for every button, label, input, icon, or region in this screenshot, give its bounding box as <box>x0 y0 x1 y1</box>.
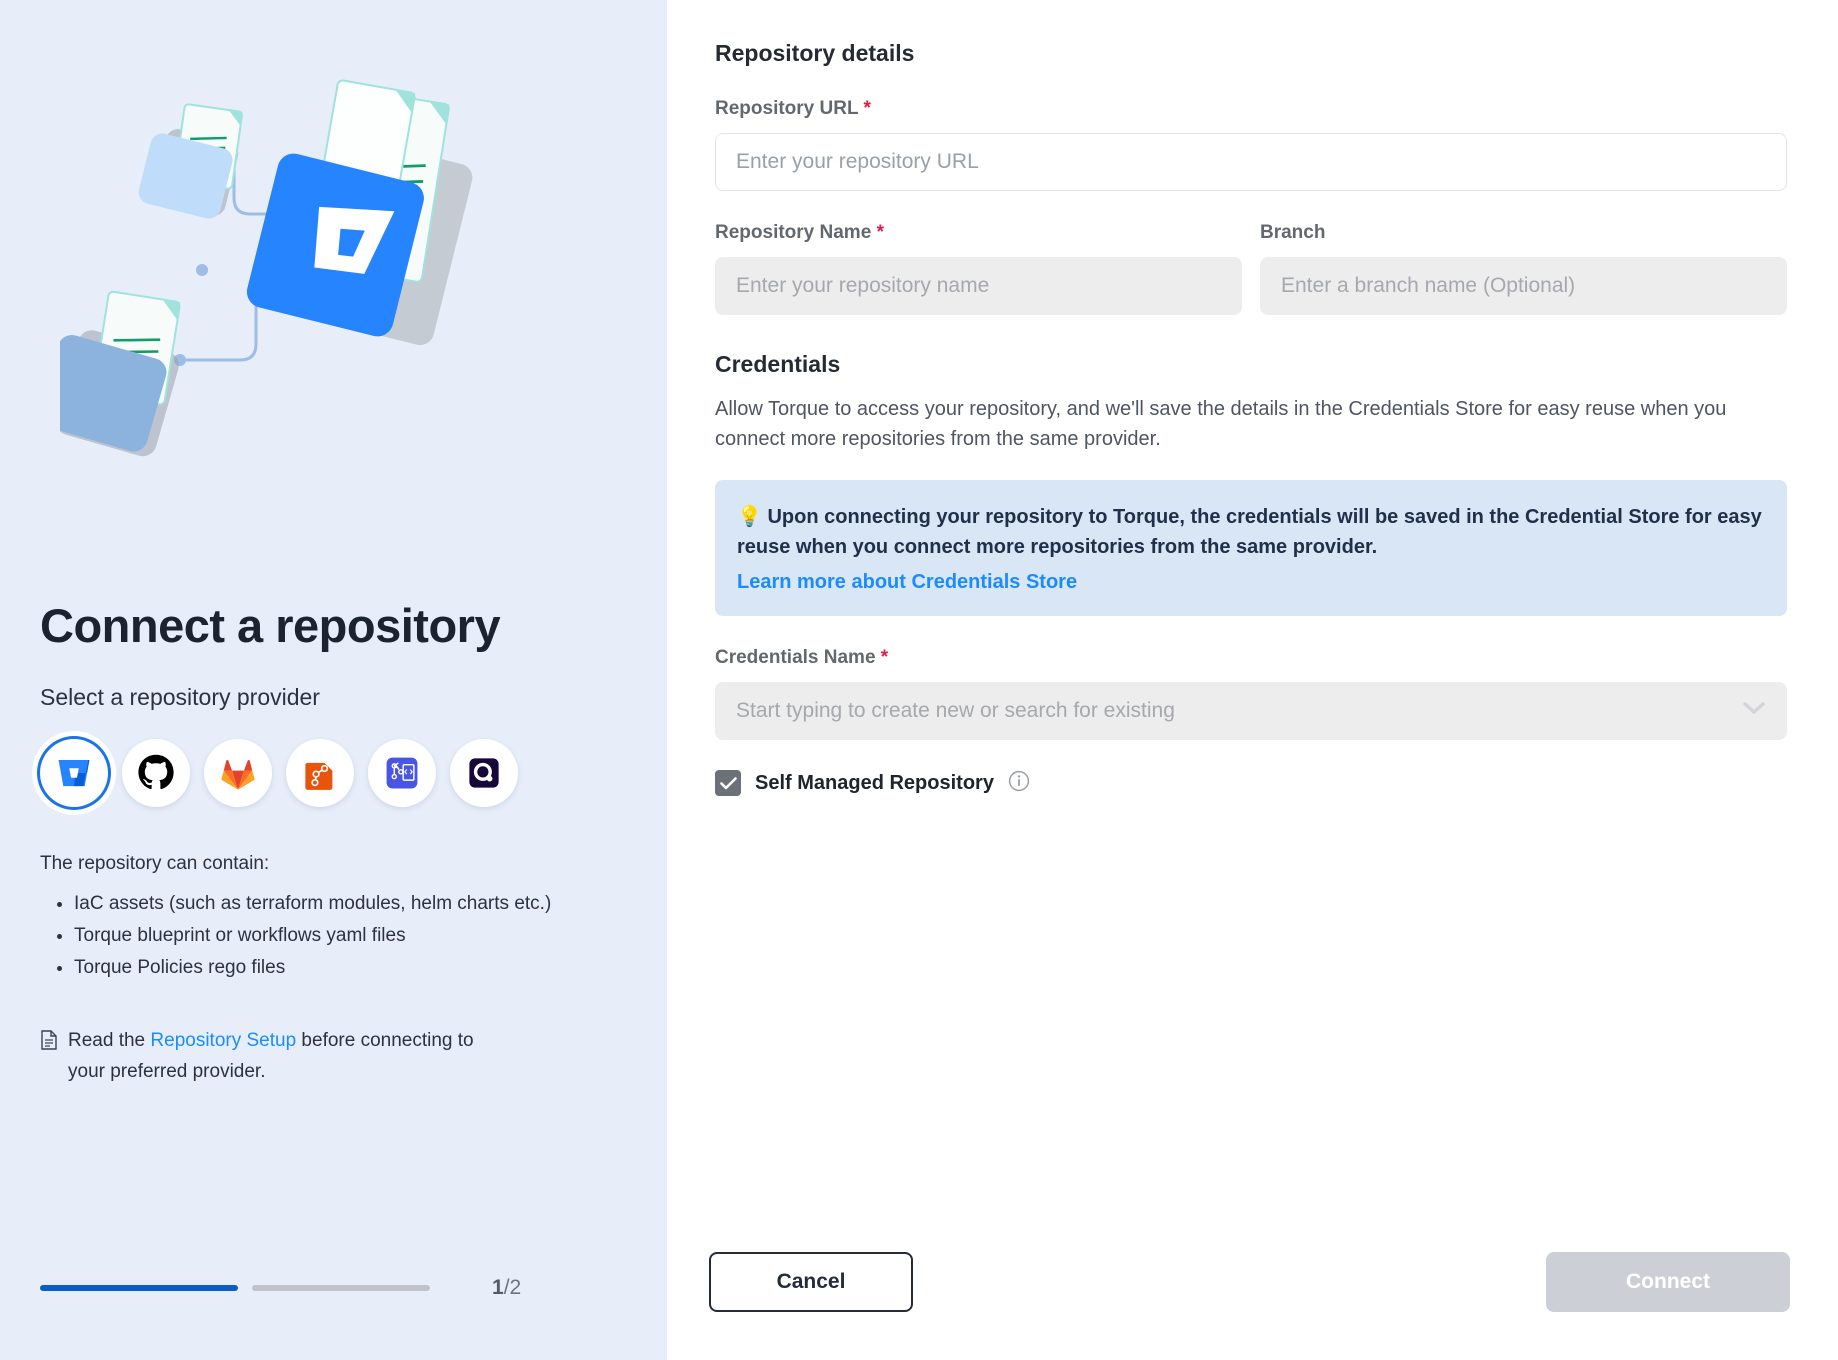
required-marker: * <box>863 98 871 119</box>
repository-url-label-text: Repository URL <box>715 98 859 119</box>
gitlab-icon <box>221 759 255 790</box>
azure-repos-icon <box>386 757 418 789</box>
repository-url-label: Repository URL * <box>715 98 1787 120</box>
info-circle-icon[interactable] <box>1008 770 1030 797</box>
provider-option-bitbucket[interactable] <box>40 738 108 807</box>
repository-form: Repository details Repository URL * Repo… <box>715 40 1787 797</box>
credentials-store-learn-more-link[interactable]: Learn more about Credentials Store <box>737 571 1077 594</box>
progress-segment-remaining <box>252 1285 430 1291</box>
repository-name-label: Repository Name * <box>715 222 1242 244</box>
list-item: Torque Policies rego files <box>74 953 630 983</box>
connect-button[interactable]: Connect <box>1546 1252 1790 1312</box>
provider-option-github[interactable] <box>122 738 190 807</box>
provider-list <box>40 738 630 807</box>
repository-setup-note: Read the Repository Setup before connect… <box>40 1026 510 1088</box>
repository-name-label-text: Repository Name <box>715 222 872 243</box>
illustration-svg <box>39 79 473 457</box>
provider-option-gitlab[interactable] <box>204 738 272 807</box>
codecommit-icon <box>305 762 333 790</box>
self-managed-repository-label: Self Managed Repository <box>755 771 994 794</box>
repository-url-input[interactable] <box>715 133 1787 191</box>
provider-select-label: Select a repository provider <box>40 683 320 710</box>
step-current: 1 <box>492 1276 504 1299</box>
step-counter: 1/2 <box>492 1276 521 1300</box>
note-before: Read the <box>68 1029 151 1051</box>
required-marker: * <box>876 222 884 243</box>
list-item: IaC assets (such as terraform modules, h… <box>74 889 630 919</box>
branch-label-text: Branch <box>1260 222 1326 243</box>
name-branch-row: Repository Name * Branch <box>715 191 1787 315</box>
credentials-description: Allow Torque to access your repository, … <box>715 398 1727 450</box>
credentials-info-box: 💡 Upon connecting your repository to Tor… <box>715 480 1787 616</box>
repository-setup-link[interactable]: Repository Setup <box>150 1030 296 1051</box>
checkmark-icon <box>719 776 737 790</box>
lightbulb-icon: 💡 <box>737 506 762 528</box>
list-item: Torque blueprint or workflows yaml files <box>74 921 630 951</box>
required-marker: * <box>880 646 889 668</box>
document-icon <box>40 1030 58 1088</box>
repository-contents-label: The repository can contain: <box>40 852 270 874</box>
bitbucket-icon <box>58 759 90 786</box>
connect-repository-dialog: Connect a repository Select a repository… <box>0 0 1838 1360</box>
left-panel-content: Connect a repository Select a repository… <box>40 600 630 1087</box>
self-managed-repository-row: Self Managed Repository <box>715 770 1787 797</box>
branch-input[interactable] <box>1260 257 1787 315</box>
github-icon <box>138 754 174 789</box>
provider-option-quali[interactable] <box>450 738 518 807</box>
page-title: Connect a repository <box>40 599 501 652</box>
wizard-progress: 1/2 <box>40 1276 630 1300</box>
repository-setup-text: Read the Repository Setup before connect… <box>68 1026 510 1088</box>
credentials-name-input[interactable] <box>715 681 1787 740</box>
repository-connection-illustration <box>39 70 540 460</box>
credentials-title: Credentials <box>715 351 841 377</box>
cancel-button[interactable]: Cancel <box>709 1252 913 1312</box>
repository-name-group: Repository Name * <box>715 191 1242 315</box>
form-footer: Cancel Connect <box>709 1252 1790 1312</box>
credentials-info-message: Upon connecting your repository to Torqu… <box>737 506 1762 559</box>
provider-option-codecommit[interactable] <box>286 738 354 807</box>
repository-form-panel: Repository details Repository URL * Repo… <box>667 0 1838 1360</box>
repository-contents-list: IaC assets (such as terraform modules, h… <box>40 889 630 984</box>
step-total: /2 <box>503 1276 522 1299</box>
repository-details-title: Repository details <box>715 40 915 66</box>
credentials-name-label: Credentials Name * <box>715 647 1787 669</box>
provider-option-azure-repos[interactable] <box>368 738 436 807</box>
quali-icon <box>469 758 499 788</box>
repository-name-input[interactable] <box>715 257 1242 315</box>
branch-group: Branch <box>1260 191 1787 315</box>
left-info-panel: Connect a repository Select a repository… <box>0 0 667 1360</box>
credentials-name-label-text: Credentials Name <box>715 646 876 668</box>
self-managed-repository-checkbox[interactable] <box>715 770 741 797</box>
branch-label: Branch <box>1260 222 1787 244</box>
progress-segment-completed <box>40 1285 238 1291</box>
credentials-name-select-wrap <box>715 681 1787 740</box>
credentials-info-text: 💡 Upon connecting your repository to Tor… <box>737 502 1763 563</box>
